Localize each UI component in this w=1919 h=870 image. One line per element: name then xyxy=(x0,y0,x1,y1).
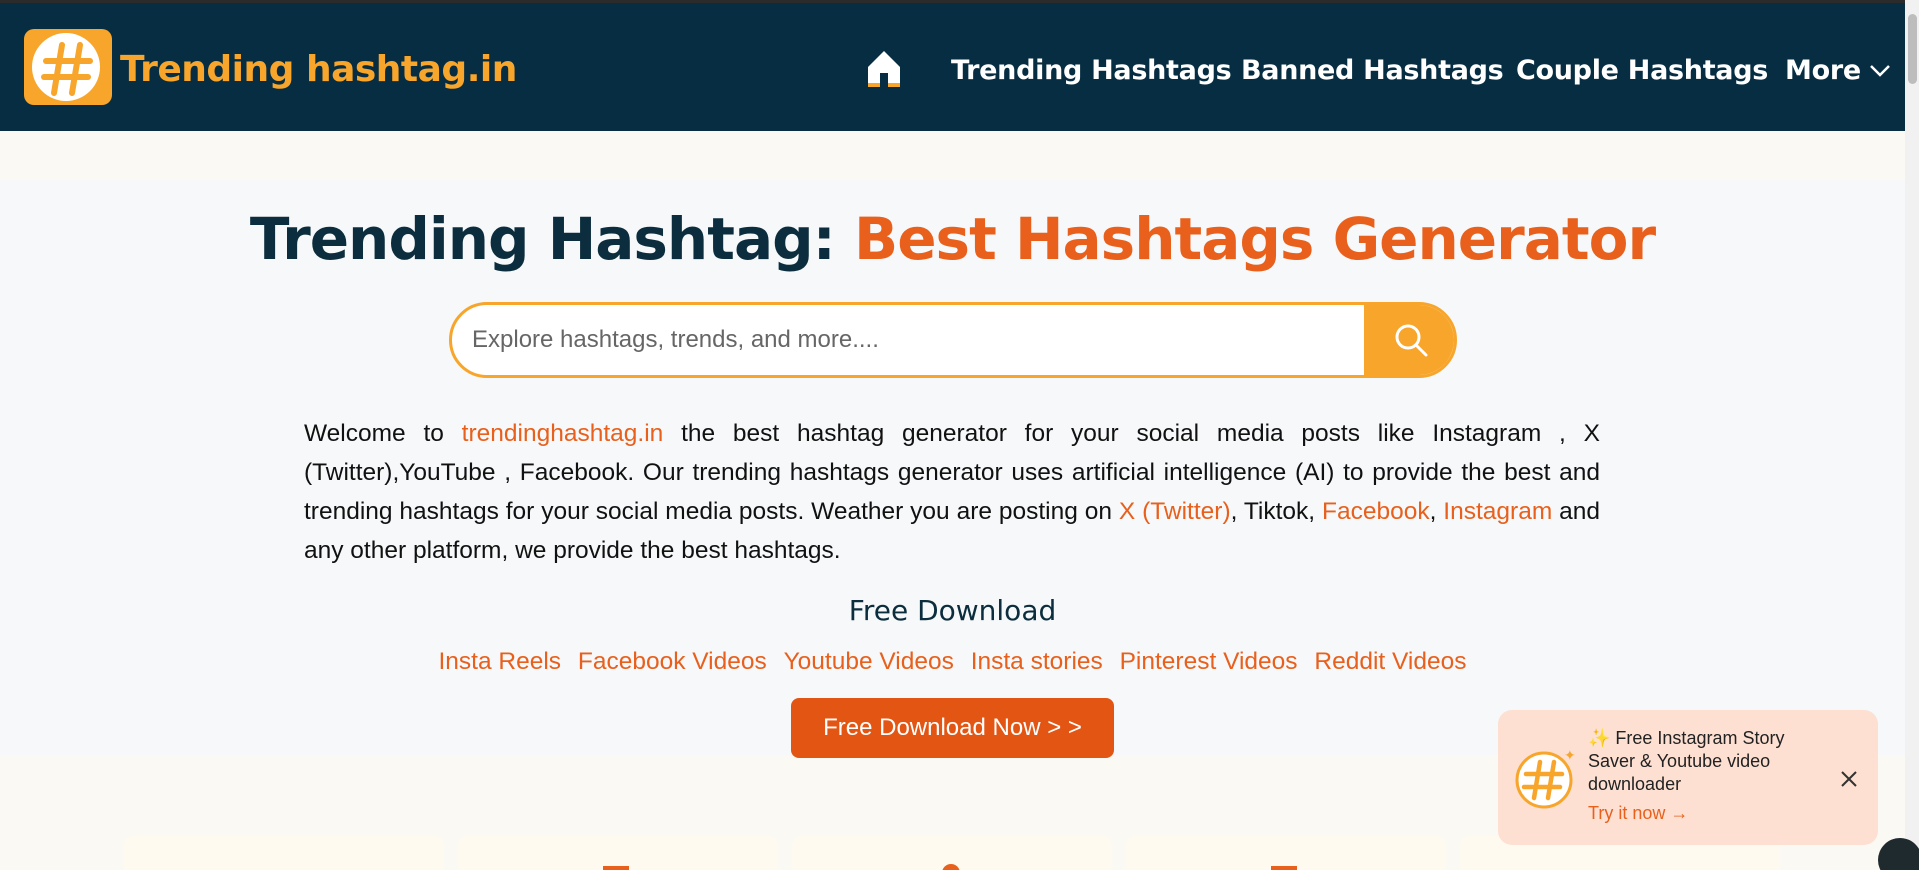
home-icon[interactable] xyxy=(864,47,904,91)
link-insta-stories[interactable]: Insta stories xyxy=(971,648,1103,675)
logo[interactable] xyxy=(24,29,112,105)
nav-more-label: More xyxy=(1785,55,1861,86)
link-insta-reels[interactable]: Insta Reels xyxy=(439,648,562,675)
link-trendinghashtag[interactable]: trendinghashtag.in xyxy=(462,420,664,447)
card[interactable] xyxy=(124,836,444,870)
download-links: Insta Reels Facebook Videos Youtube Vide… xyxy=(0,648,1905,676)
search-button[interactable] xyxy=(1364,305,1454,375)
card-icon-partial xyxy=(942,864,960,870)
title-accent: Best Hashtags Generator xyxy=(854,205,1656,273)
chevron-down-icon xyxy=(1869,64,1890,77)
nav-banned-hashtags[interactable]: Banned Hashtags xyxy=(1241,55,1504,86)
scrollbar-thumb[interactable] xyxy=(1908,14,1917,84)
hashtag-logo-icon xyxy=(41,42,93,96)
intro-text-1: Welcome to xyxy=(304,420,462,447)
toast-message: ✨ Free Instagram Story Saver & Youtube v… xyxy=(1588,728,1785,794)
promo-toast: ✦ ✨ Free Instagram Story Saver & Youtube… xyxy=(1498,710,1878,845)
card-icon-partial xyxy=(1271,866,1297,870)
card[interactable] xyxy=(1126,836,1446,870)
link-facebook[interactable]: Facebook xyxy=(1322,498,1430,525)
chat-widget-button[interactable] xyxy=(1878,838,1919,870)
toast-try-link[interactable]: Try it now → xyxy=(1588,803,1688,824)
intro-paragraph: Welcome to trendinghashtag.in the best h… xyxy=(304,414,1600,570)
link-youtube-videos[interactable]: Youtube Videos xyxy=(784,648,954,675)
page-title: Trending Hashtag: Best Hashtags Generato… xyxy=(0,205,1905,273)
link-instagram[interactable]: Instagram xyxy=(1443,498,1552,525)
intro-text-4: , xyxy=(1429,498,1444,525)
card[interactable] xyxy=(458,836,778,870)
link-pinterest-videos[interactable]: Pinterest Videos xyxy=(1120,648,1298,675)
search-input[interactable] xyxy=(472,305,1352,375)
search-icon xyxy=(1395,324,1427,357)
brand-name[interactable]: Trending hashtag.in xyxy=(120,49,517,90)
nav-trending-hashtags[interactable]: Trending Hashtags xyxy=(951,55,1232,86)
card-icon-partial xyxy=(603,866,629,870)
close-icon[interactable] xyxy=(1838,768,1860,790)
nav-couple-hashtags[interactable]: Couple Hashtags xyxy=(1516,55,1768,86)
svg-text:✦: ✦ xyxy=(1564,748,1576,764)
link-reddit-videos[interactable]: Reddit Videos xyxy=(1314,648,1466,675)
link-facebook-videos[interactable]: Facebook Videos xyxy=(578,648,767,675)
link-x-twitter[interactable]: X (Twitter) xyxy=(1119,498,1231,525)
site-header: Trending hashtag.in Trending Hashtags Ba… xyxy=(0,3,1905,131)
scrollbar[interactable] xyxy=(1905,0,1919,870)
search-bar xyxy=(449,302,1457,378)
card[interactable] xyxy=(792,836,1112,870)
free-download-heading: Free Download xyxy=(848,594,1057,627)
hashtag-logo-icon: ✦ xyxy=(1515,748,1576,809)
nav-more[interactable]: More xyxy=(1785,55,1891,86)
title-main: Trending Hashtag: xyxy=(249,205,854,273)
intro-text-3: , Tiktok, xyxy=(1230,498,1322,525)
free-download-button[interactable]: Free Download Now > > xyxy=(791,698,1114,758)
